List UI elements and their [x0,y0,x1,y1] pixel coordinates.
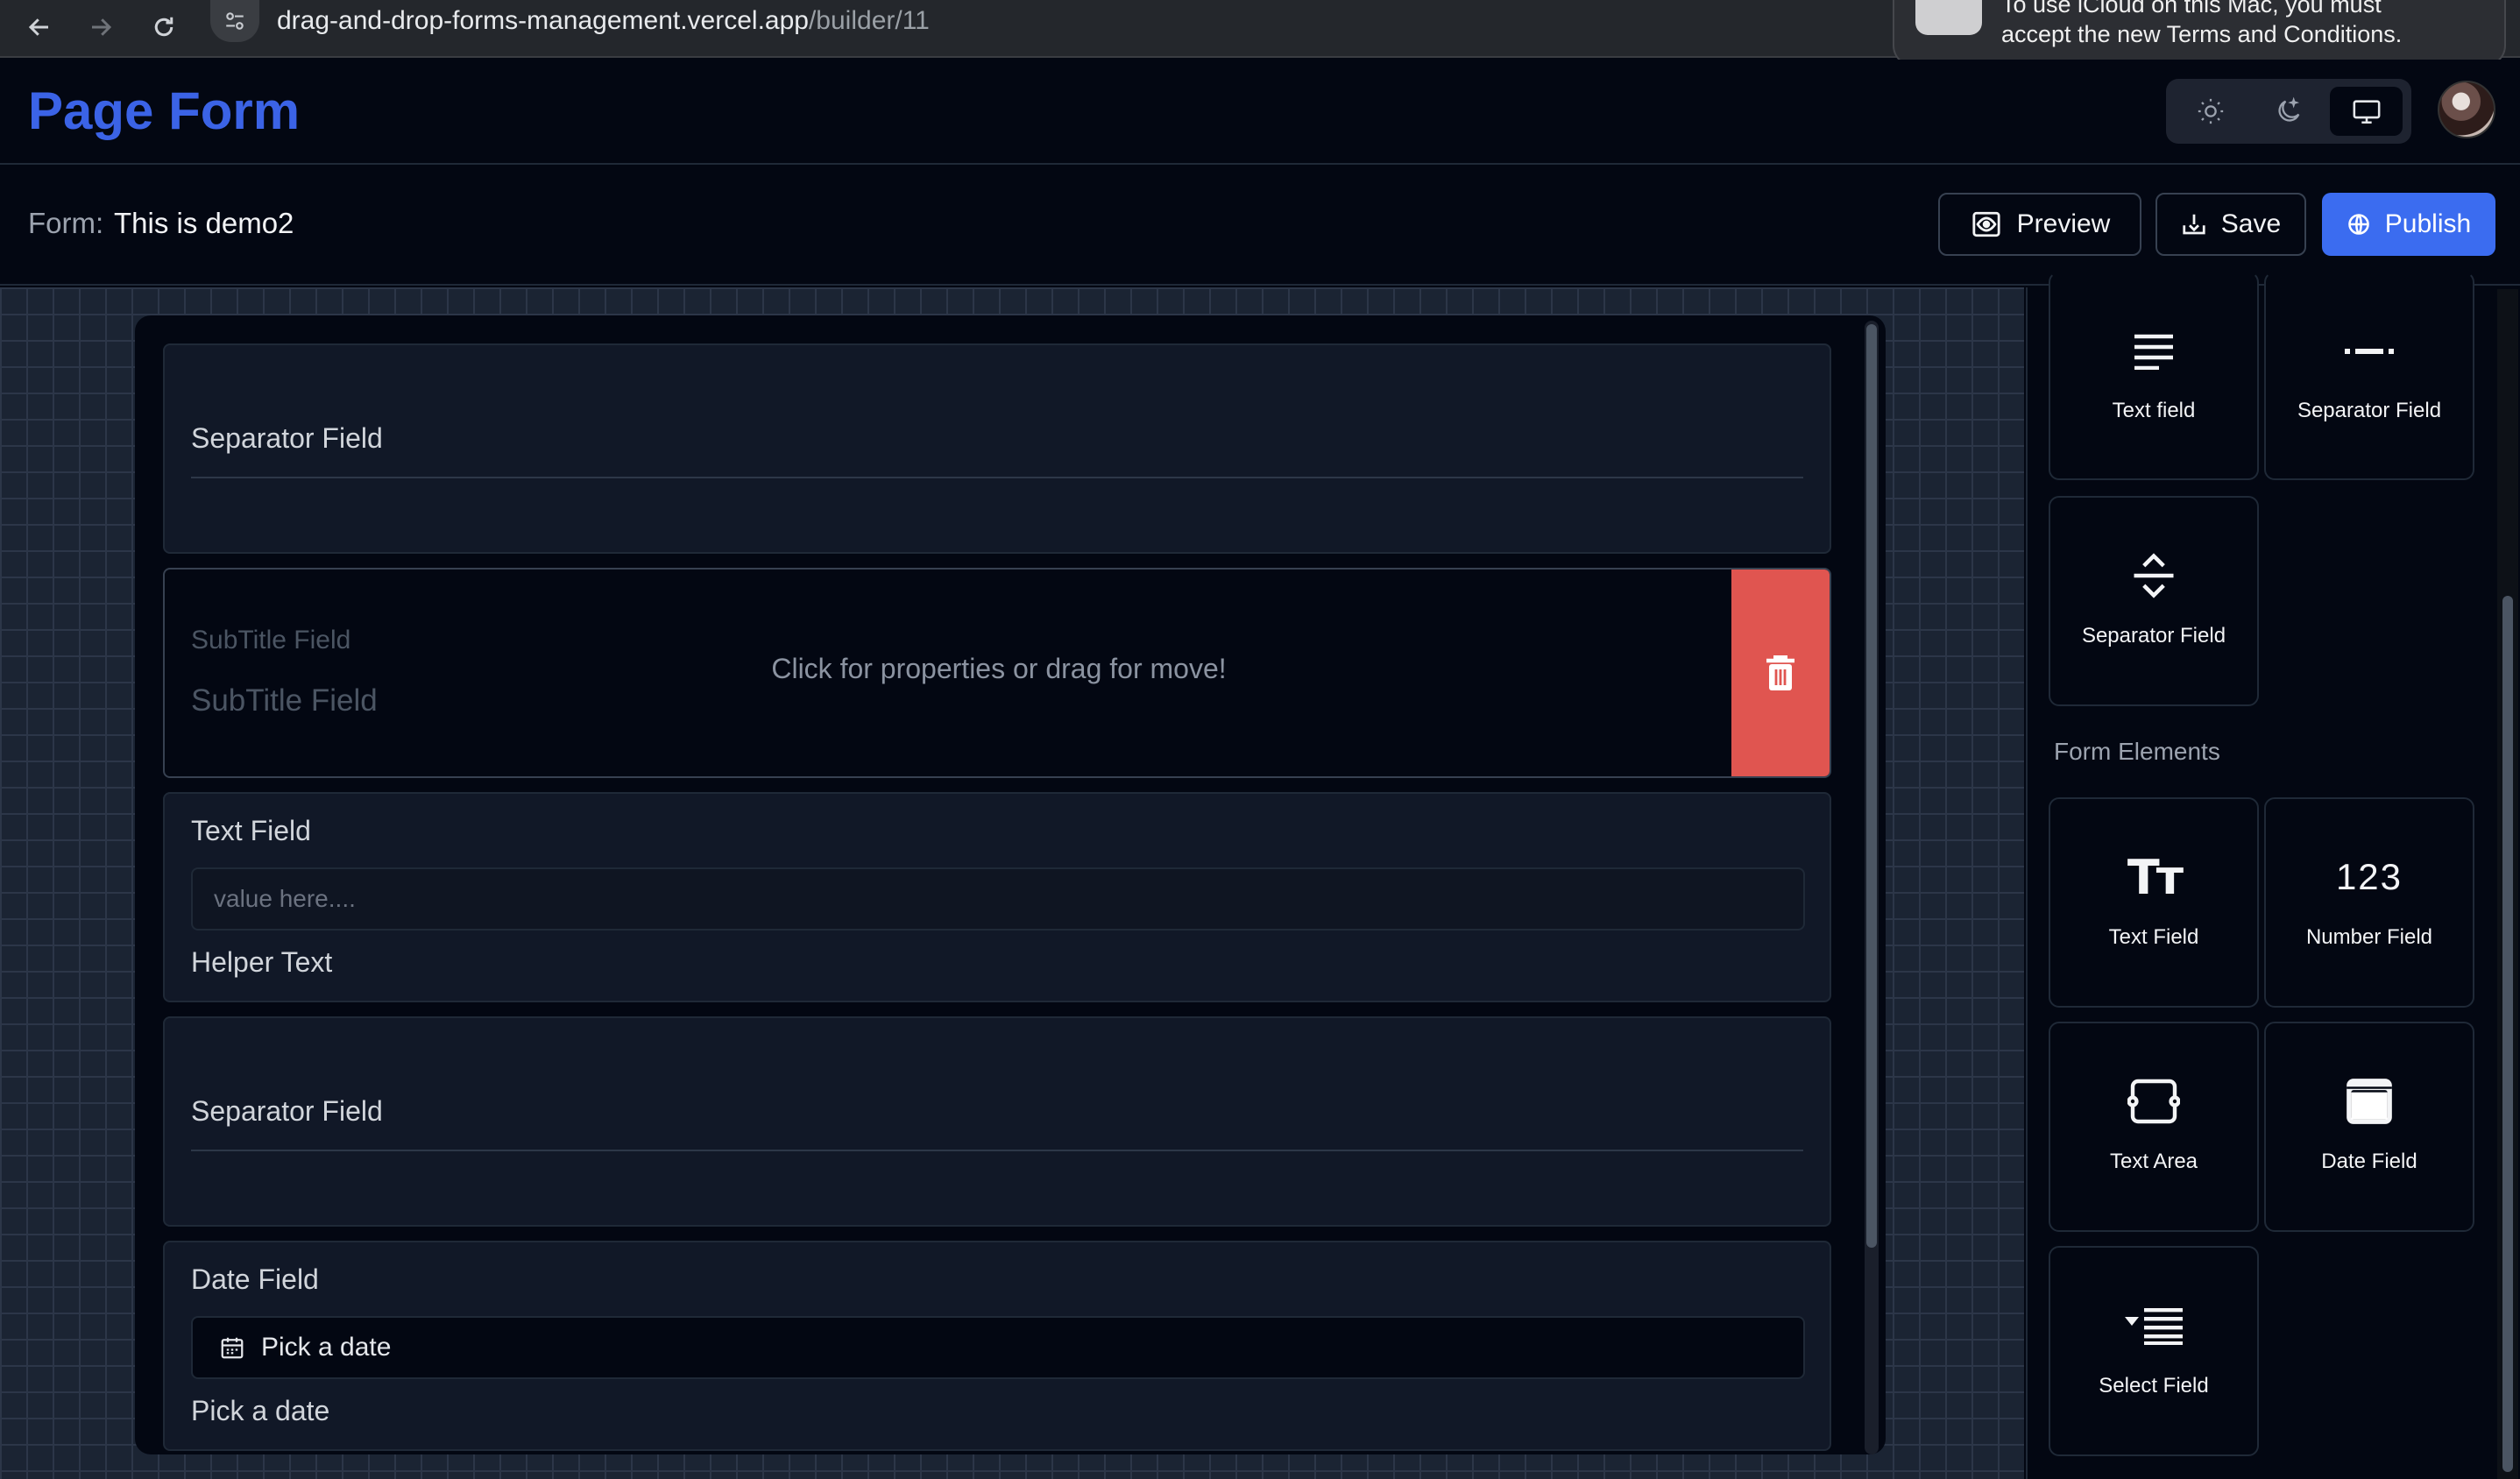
dark-theme-button[interactable] [2253,87,2325,136]
page-title[interactable]: Page Form [28,77,300,145]
tool-select-field[interactable]: Select Field [2049,1246,2259,1456]
form-scrollbar-thumb[interactable] [1866,324,1877,1248]
separator-field-card[interactable]: Separator Field [163,1016,1831,1227]
separator-dash-icon [2345,329,2394,372]
tool-text-field[interactable]: Tт Text Field [2049,797,2259,1008]
calendar-icon [221,1337,244,1359]
tool-label: Number Field [2305,925,2433,949]
publish-button[interactable]: Publish [2322,193,2495,256]
separator-line [191,477,1803,478]
tool-date-field[interactable]: Date Field [2264,1022,2474,1232]
subtitle-label-small: SubTitle Field [191,626,351,655]
reload-icon[interactable] [144,7,184,47]
site-settings-icon[interactable] [210,0,259,42]
monitor-icon [2353,100,2381,124]
form-toolbar [0,166,2520,286]
text-field-input[interactable]: value here.... [191,867,1805,931]
textarea-icon [2127,1079,2180,1124]
tool-label: Select Field [2099,1374,2209,1398]
tool-label: Text field [2112,399,2196,422]
tool-label: Separator Field [2297,399,2442,422]
tool-label: Text Field [2108,925,2199,949]
date-input-text: Pick a date [261,1333,392,1362]
system-theme-button[interactable] [2330,87,2403,136]
text-icon: Tт [2127,849,2184,905]
preview-button[interactable]: Preview [1938,193,2141,256]
tool-label: Date Field [2321,1150,2417,1173]
separator-label: Separator Field [191,1095,383,1127]
date-helper-text: Pick a date [191,1395,330,1426]
date-picker-button[interactable]: Pick a date [191,1316,1805,1379]
system-notification[interactable]: To use iCloud on this Mac, you must acce… [1893,0,2506,67]
url-host: drag-and-drop-forms-management.vercel.ap… [277,6,809,35]
light-theme-button[interactable] [2175,87,2247,136]
sun-icon [2198,98,2224,124]
paragraph-icon [2131,329,2177,372]
tool-text-paragraph[interactable]: Text field [2049,272,2259,480]
save-icon [2183,214,2205,235]
date-field-card[interactable]: Date Field Pick a date Pick a date [163,1241,1831,1451]
avatar[interactable] [2438,81,2495,138]
apple-icon [1915,0,1982,35]
form-name: This is demo2 [114,207,294,239]
text-field-label: Text Field [191,815,311,846]
globe-icon [2348,214,2369,235]
subtitle-label-large: SubTitle Field [191,683,378,718]
calendar-icon [2342,1079,2396,1124]
helper-text: Helper Text [191,946,333,978]
notification-line2: accept the new Terms and Conditions. [2001,21,2403,47]
sidebar-scrollbar-thumb[interactable] [2502,596,2513,1472]
app-header [0,60,2520,165]
drag-hint: Click for properties or drag for move! [771,653,1227,684]
url-path: /builder/11 [808,6,930,35]
save-label: Save [2220,209,2282,238]
preview-label: Preview [2016,209,2111,238]
forward-icon[interactable] [81,7,121,47]
delete-field-button[interactable] [1731,570,1830,776]
trash-icon [1766,655,1794,690]
publish-label: Publish [2384,209,2472,238]
text-field-card[interactable]: Text Field value here.... Helper Text [163,792,1831,1002]
separator-field-card[interactable]: Separator Field [163,343,1831,554]
separator-label: Separator Field [191,422,383,454]
back-icon[interactable] [19,7,60,47]
eye-icon [1972,211,2000,237]
form-label: Form: [28,207,104,239]
moon-icon [2278,96,2300,122]
tool-number-field[interactable]: 123 Number Field [2264,797,2474,1008]
number-icon: 123 [2335,856,2403,897]
date-field-label: Date Field [191,1263,319,1295]
save-button[interactable]: Save [2155,193,2306,256]
tool-separator-dash[interactable]: Separator Field [2264,272,2474,480]
select-list-icon [2125,1304,2183,1348]
subtitle-field-card[interactable]: SubTitle Field SubTitle Field Click for … [163,568,1831,778]
notification-line1: To use iCloud on this Mac, you must [2001,0,2382,18]
tool-separator-arrows[interactable]: Separator Field [2049,496,2259,706]
tool-label: Text Area [2109,1150,2198,1173]
theme-switcher [2166,79,2411,144]
address-bar[interactable]: drag-and-drop-forms-management.vercel.ap… [210,0,1893,42]
separator-arrows-icon [2130,553,2177,598]
form-elements-heading: Form Elements [2054,738,2220,765]
separator-line [191,1150,1803,1151]
tool-text-area[interactable]: Text Area [2049,1022,2259,1232]
tool-label: Separator Field [2081,624,2226,648]
